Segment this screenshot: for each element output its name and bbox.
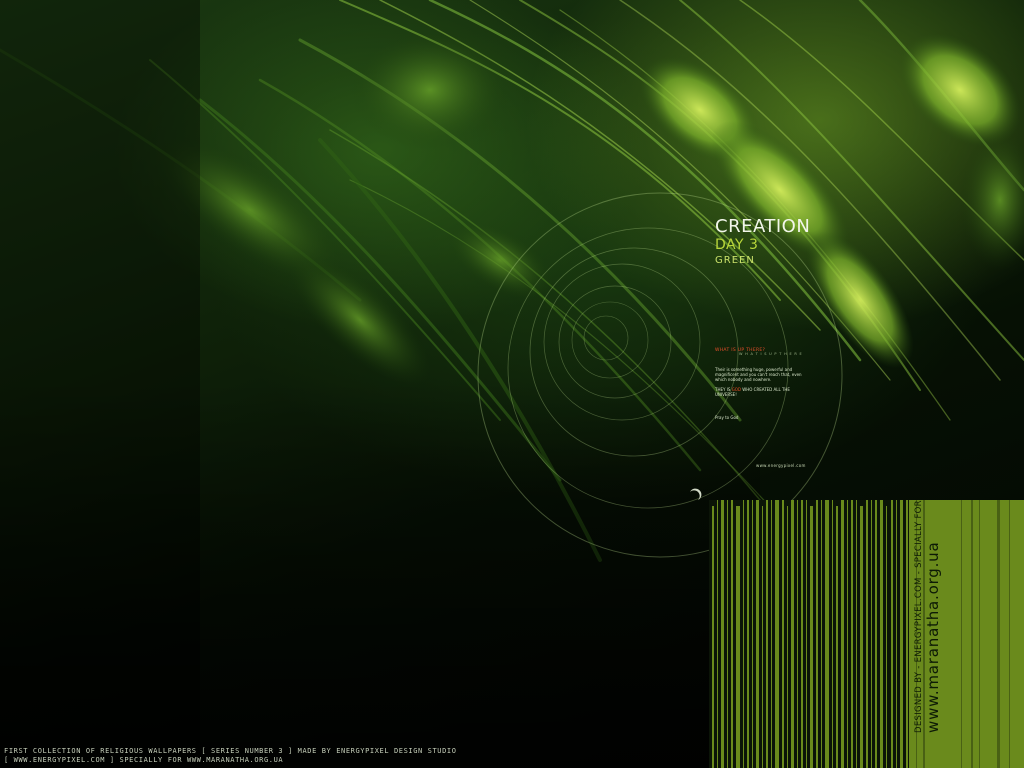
barcode-stripe <box>736 506 740 768</box>
title-creation: CREATION <box>715 216 811 237</box>
barcode-stripe <box>791 500 794 768</box>
barcode-stripe <box>896 500 897 768</box>
info-block: WHAT IS UP THERE? W H A T I S U P T H E … <box>715 348 810 420</box>
barcode-stripe <box>743 500 744 768</box>
barcode-separator <box>961 500 962 768</box>
barcode-stripe <box>727 500 728 768</box>
barcode-stripe <box>766 500 768 768</box>
barcode-stripe <box>756 500 759 768</box>
barcode-stripe <box>747 500 749 768</box>
barcode-stripe <box>801 500 803 768</box>
barcode-stripe <box>782 500 784 768</box>
barcode-separator <box>971 500 973 768</box>
barcode-stripe <box>771 500 772 768</box>
barcode-stripe <box>806 500 807 768</box>
barcode-stripe <box>847 500 848 768</box>
barcode-stripe <box>762 506 763 768</box>
barcode-stripe <box>717 500 718 768</box>
barcode-stripe <box>775 500 779 768</box>
barcode-stripe <box>752 500 753 768</box>
barcode-stripe <box>836 506 838 768</box>
barcode-stripes <box>712 500 1024 768</box>
info-paragraph-3: Pray to God <box>715 415 739 420</box>
barcode-stripe <box>851 500 853 768</box>
barcode-panel: DESIGNED BY - ENERGYPIXEL.COM - SPECIALL… <box>709 500 1024 768</box>
footer-line-2: [ WWW.ENERGYPIXEL.COM ] SPECIALLY FOR WW… <box>4 756 284 764</box>
barcode-stripe <box>900 500 903 768</box>
info-url: www.energypixel.com <box>756 463 806 468</box>
wheat-ears <box>156 30 1024 386</box>
barcode-stripe <box>886 506 887 768</box>
barcode-stripe <box>821 500 822 768</box>
barcode-stripe <box>712 506 714 768</box>
info-paragraph-1: Their is something huge, powerful and ma… <box>715 367 802 382</box>
barcode-stripe <box>721 500 724 768</box>
barcode-stripe <box>731 500 733 768</box>
title-block: CREATION DAY 3 GREEN <box>715 217 915 268</box>
title-color-word: GREEN <box>715 255 755 266</box>
barcode-stripe <box>816 500 818 768</box>
barcode-stripe <box>856 500 857 768</box>
barcode-stripe <box>891 500 893 768</box>
barcode-separator <box>1009 500 1010 768</box>
barcode-stripe <box>797 500 798 768</box>
barcode-separator <box>997 500 1000 768</box>
barcode-separator <box>923 500 925 768</box>
barcode-stripe <box>871 500 872 768</box>
barcode-stripe <box>860 506 863 768</box>
barcode-stripe <box>810 506 813 768</box>
barcode-stripe <box>875 500 877 768</box>
barcode-stripe <box>787 506 788 768</box>
barcode-stripe <box>841 500 844 768</box>
footer-line-1: FIRST COLLECTION OF RELIGIOUS WALLPAPERS… <box>4 747 457 755</box>
barcode-stripe <box>866 500 868 768</box>
barcode-solid-block <box>909 500 1024 768</box>
barcode-separator <box>916 500 917 768</box>
info-question-sub: W H A T I S U P T H E R E <box>739 352 803 356</box>
barcode-separator <box>979 500 980 768</box>
barcode-stripe <box>832 500 833 768</box>
footer: FIRST COLLECTION OF RELIGIOUS WALLPAPERS… <box>4 747 457 765</box>
info-paragraph-2: THEY IS GOD WHO CREATED ALL THE UNIVERSE… <box>715 387 810 397</box>
barcode-stripe <box>880 500 883 768</box>
barcode-stripe <box>825 500 829 768</box>
wallpaper: CREATION DAY 3 GREEN WHAT IS UP THERE? W… <box>0 0 1024 768</box>
barcode-stripe <box>906 500 908 768</box>
title-day: DAY 3 <box>715 237 759 253</box>
